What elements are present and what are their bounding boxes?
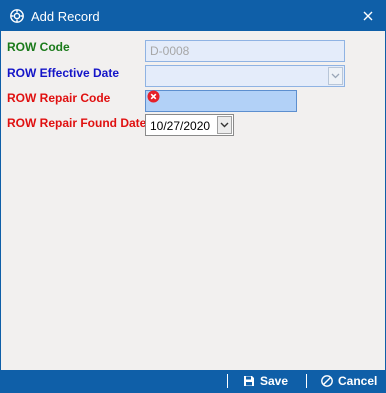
close-icon: [363, 11, 373, 21]
error-icon: [147, 90, 160, 103]
footer-divider: [306, 374, 307, 388]
add-record-dialog: Add Record ROW Code D-0008 ROW Effective…: [0, 0, 386, 393]
chevron-down-icon: [220, 122, 229, 128]
save-button[interactable]: Save: [243, 370, 288, 392]
row-effective-date-label: ROW Effective Date: [7, 66, 120, 80]
row-repair-found-date-field[interactable]: 10/27/2020: [145, 114, 234, 136]
cancel-icon: [321, 375, 333, 387]
row-repair-found-date-dropdown-button[interactable]: [217, 116, 232, 134]
window-title: Add Record: [31, 9, 100, 24]
row-code-label: ROW Code: [7, 40, 70, 54]
row-repair-code-field[interactable]: [145, 90, 297, 112]
cancel-button-label: Cancel: [338, 374, 378, 388]
close-button[interactable]: [357, 5, 379, 27]
row-repair-code-label: ROW Repair Code: [7, 91, 111, 105]
chevron-down-icon: [331, 73, 340, 79]
save-button-label: Save: [260, 374, 289, 388]
gear-circle-icon: [10, 9, 24, 23]
cancel-button[interactable]: Cancel: [321, 370, 377, 392]
row-repair-found-date-value: 10/27/2020: [150, 119, 211, 133]
footer-divider: [227, 374, 228, 388]
dialog-footer: Save Cancel: [1, 370, 385, 392]
row-code-field[interactable]: D-0008: [145, 40, 345, 62]
title-bar[interactable]: Add Record: [1, 1, 385, 31]
row-effective-date-dropdown-button[interactable]: [328, 67, 343, 85]
row-repair-found-date-label: ROW Repair Found Date: [7, 116, 147, 130]
save-icon: [244, 376, 254, 386]
row-effective-date-field[interactable]: [145, 65, 345, 87]
